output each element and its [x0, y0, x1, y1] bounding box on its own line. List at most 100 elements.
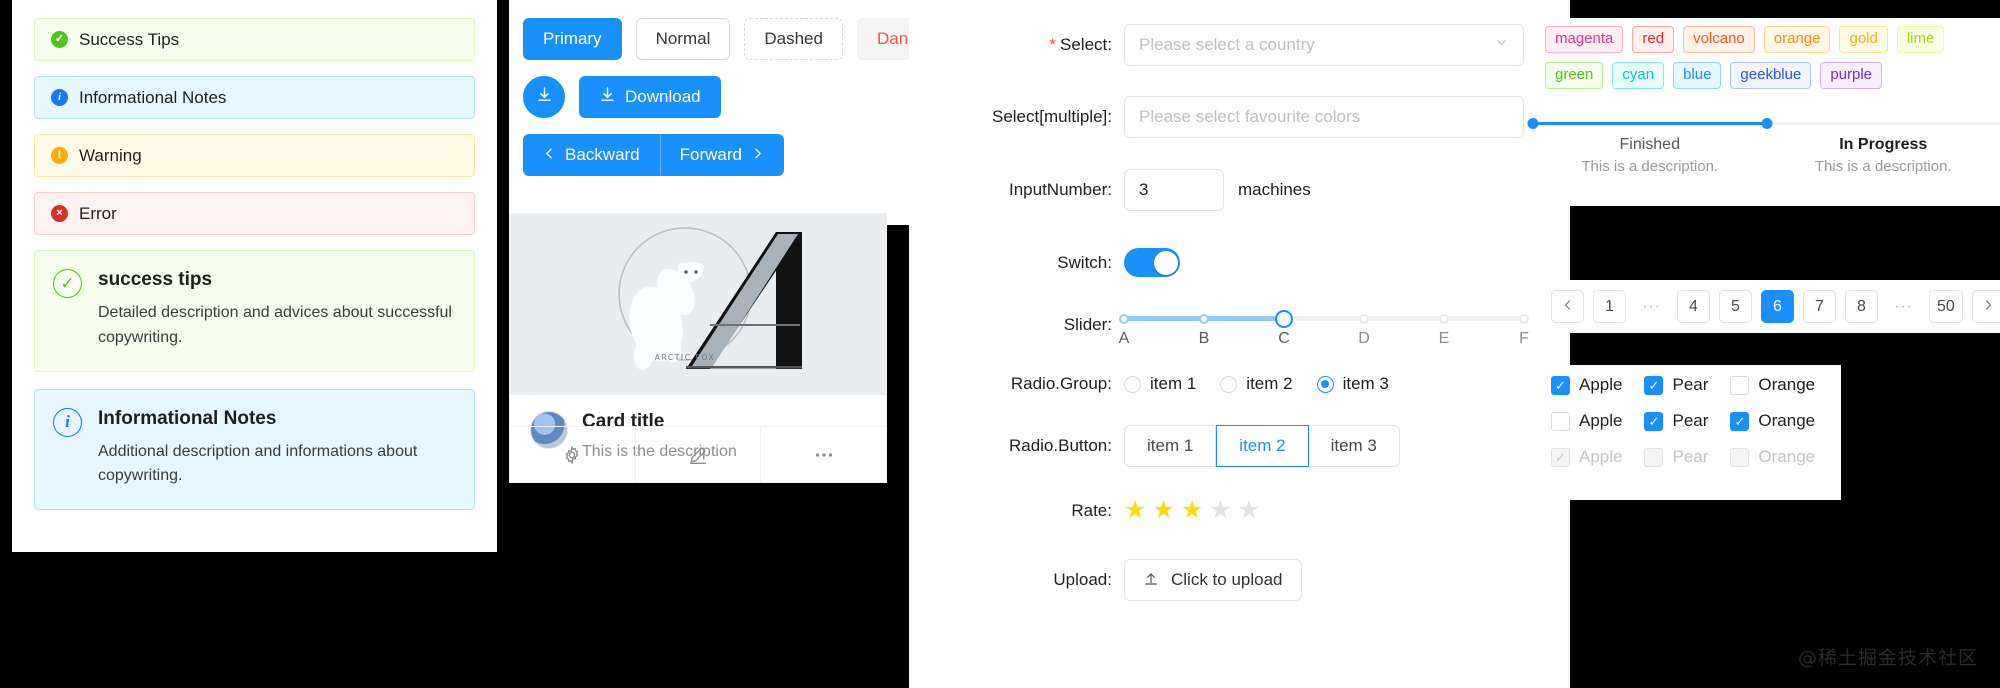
select-input[interactable]: Please select a country [1124, 24, 1524, 66]
close-circle-icon: × [51, 205, 68, 222]
checkbox-pear[interactable]: ✓ Pear [1644, 411, 1708, 431]
checkbox-orange[interactable]: Orange [1730, 375, 1815, 395]
star-icon[interactable]: ★ [1124, 498, 1146, 523]
form-row-rate: Rate: ★ ★ ★ ★ ★ [909, 498, 1570, 523]
pagination-prev-button[interactable] [1551, 290, 1584, 323]
slider-dot[interactable] [1119, 313, 1129, 324]
button-row-types: Primary Normal Dashed Danger [523, 18, 953, 60]
pagination-panel: 1 ··· 4 5 6 7 8 ··· 50 [1533, 280, 2000, 333]
radio-option-label: item 1 [1150, 374, 1197, 393]
tag-magenta[interactable]: magenta [1545, 26, 1624, 53]
tag-row-cool: green cyan blue geekblue purple [1545, 61, 1988, 89]
slider-dot[interactable] [1359, 313, 1369, 324]
tag-cyan[interactable]: cyan [1612, 61, 1665, 89]
pagination-page-5[interactable]: 5 [1718, 290, 1752, 323]
radio-button-group: item 1 item 2 item 3 [1124, 425, 1400, 467]
checkbox-box-icon [1644, 447, 1664, 467]
slider-mark-label: A [1118, 330, 1130, 347]
download-icon [536, 86, 553, 108]
card-cover-image: ARCTIC FOX [510, 214, 886, 395]
checkbox-label: Orange [1758, 375, 1816, 394]
tag-green[interactable]: green [1545, 61, 1604, 89]
screenshot-stage: ✓ Success Tips i Informational Notes! Warnin… [0, 0, 2000, 688]
checkbox-pear[interactable]: ✓ Pear [1644, 375, 1708, 395]
normal-button[interactable]: Normal [635, 18, 731, 60]
content-card[interactable]: ARCTIC FOX Card title This is the descri… [509, 213, 887, 483]
alert-info: i Informational Notes [34, 76, 475, 119]
checkbox-apple[interactable]: Apple [1551, 411, 1622, 431]
step-item[interactable]: Finished This is a description. [1527, 114, 1767, 175]
pagination-page-7[interactable]: 7 [1802, 290, 1836, 323]
step-item[interactable]: In Progress This is a description. [1761, 114, 2000, 175]
star-icon[interactable]: ★ [1209, 498, 1231, 523]
alert-success: ✓ Success Tips [34, 18, 475, 61]
pagination-page-6[interactable]: 6 [1760, 290, 1794, 323]
radio-button-label: Radio.Button: [1008, 436, 1112, 455]
slider-handle[interactable] [1275, 309, 1293, 328]
tag-orange[interactable]: orange [1763, 26, 1831, 53]
radio-option[interactable]: item 3 [1316, 374, 1389, 394]
upload-label-text: Upload [1053, 570, 1108, 589]
star-icon[interactable]: ★ [1238, 498, 1260, 523]
download-icon-button[interactable] [523, 76, 565, 118]
input-number-label-text: InputNumber [1008, 180, 1108, 199]
radio-button-option[interactable]: item 2 [1216, 425, 1309, 467]
tag-gold[interactable]: gold [1839, 26, 1888, 53]
button-row-download: Download [523, 76, 895, 118]
alert-card-description: Detailed description and advices about s… [98, 304, 452, 346]
radio-option[interactable]: item 1 [1124, 374, 1196, 394]
slider-control[interactable]: A B C D E F [1119, 309, 1529, 352]
pagination-page-4[interactable]: 4 [1676, 290, 1710, 323]
radio-button-label-text: Radio.Button [1008, 436, 1108, 455]
gear-icon[interactable] [510, 427, 635, 482]
slider-mark-label: C [1278, 330, 1290, 347]
pagination-ellipsis: ··· [1886, 290, 1920, 323]
edit-pen-icon[interactable] [634, 427, 761, 482]
forward-button[interactable]: Forward [659, 134, 784, 176]
input-number-field[interactable]: 3 [1124, 169, 1224, 211]
radio-option[interactable]: item 2 [1220, 374, 1293, 394]
download-icon [599, 86, 616, 108]
checkbox-box-icon: ✓ [1551, 447, 1570, 467]
check-circle-outline-icon: ✓ [53, 269, 82, 298]
upload-button[interactable]: Click to upload [1124, 559, 1302, 601]
download-button[interactable]: Download [579, 76, 721, 118]
tag-blue[interactable]: blue [1673, 61, 1722, 89]
upload-label: Upload: [1053, 570, 1112, 589]
buttons-panel: Primary Normal Dashed Danger Download Ba… [509, 0, 953, 225]
step-connector [1766, 122, 2000, 125]
slider-mark-label: D [1358, 330, 1370, 347]
pagination-next-button[interactable] [1971, 290, 2000, 323]
ellipsis-icon[interactable] [760, 427, 886, 482]
tag-volcano[interactable]: volcano [1683, 26, 1755, 53]
star-icon[interactable]: ★ [1152, 498, 1174, 523]
slider-dot[interactable] [1439, 313, 1449, 324]
tag-geekblue[interactable]: geekblue [1730, 61, 1812, 89]
checkbox-apple[interactable]: ✓ Apple [1551, 375, 1622, 395]
card-cover-caption: ARCTIC FOX [655, 353, 716, 362]
tag-purple[interactable]: purple [1820, 61, 1883, 89]
slider-dot[interactable] [1199, 313, 1209, 324]
primary-button[interactable]: Primary [523, 18, 622, 60]
forward-button-label: Forward [679, 145, 742, 164]
switch-toggle[interactable] [1124, 248, 1180, 277]
tag-red[interactable]: red [1632, 26, 1675, 53]
checkbox-box-icon: ✓ [1644, 375, 1664, 395]
rate-stars[interactable]: ★ ★ ★ ★ ★ [1124, 498, 1260, 523]
radio-button-option[interactable]: item 1 [1124, 425, 1217, 467]
watermark: @稀土掘金技术社区 [1797, 647, 1978, 669]
backward-button-label: Backward [565, 145, 640, 164]
select-multiple-input[interactable]: Please select favourite colors [1124, 96, 1524, 138]
radio-button-option[interactable]: item 3 [1308, 425, 1400, 467]
dashed-button[interactable]: Dashed [744, 18, 843, 60]
tag-lime[interactable]: lime [1896, 26, 1945, 53]
pagination-page-8[interactable]: 8 [1844, 290, 1878, 323]
card-container: ARCTIC FOX Card title This is the descri… [509, 213, 887, 483]
star-icon[interactable]: ★ [1181, 498, 1203, 523]
pagination-page-50[interactable]: 50 [1928, 290, 1963, 323]
pagination-page-1[interactable]: 1 [1593, 290, 1626, 323]
backward-button[interactable]: Backward [523, 134, 660, 176]
slider-dot[interactable] [1519, 313, 1529, 324]
alert-card-description: Additional description and informations … [98, 442, 418, 485]
checkbox-orange[interactable]: ✓ Orange [1730, 411, 1815, 431]
